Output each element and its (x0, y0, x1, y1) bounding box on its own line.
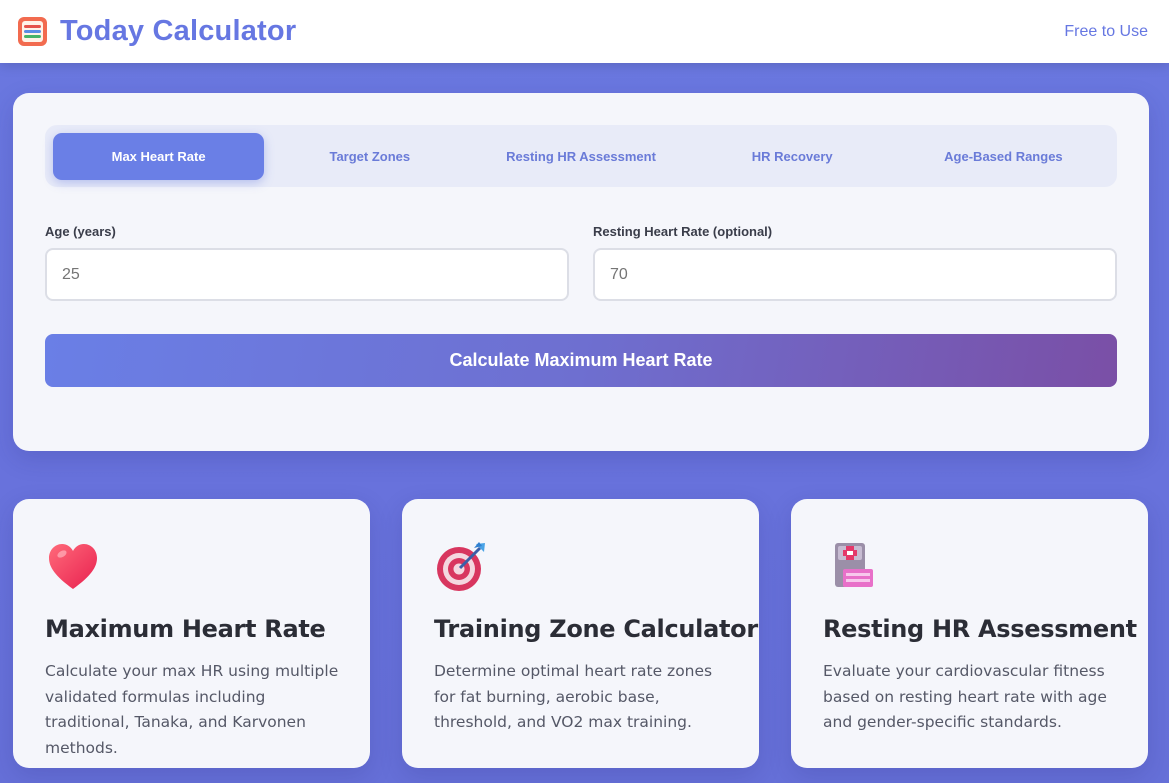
heart-icon (49, 544, 97, 589)
calculator-card: Max Heart Rate Target Zones Resting HR A… (13, 93, 1149, 451)
calculate-button[interactable]: Calculate Maximum Heart Rate (45, 334, 1117, 387)
feature-description: Evaluate your cardiovascular fitness bas… (823, 662, 1107, 731)
feature-card-training-zones[interactable]: Training Zone Calculator Determine optim… (402, 499, 759, 768)
resting-hr-input[interactable] (593, 248, 1117, 301)
feature-card-resting-hr[interactable]: Resting HR Assessment Evaluate your card… (791, 499, 1148, 768)
tab-max-heart-rate[interactable]: Max Heart Rate (53, 132, 265, 180)
tab-resting-hr-assessment[interactable]: Resting HR Assessment (475, 133, 686, 180)
feature-title: Training Zone Calculator (434, 615, 758, 643)
tab-target-zones[interactable]: Target Zones (264, 133, 475, 180)
brand[interactable]: Today Calculator (18, 15, 296, 48)
free-to-use-link[interactable]: Free to Use (1064, 23, 1148, 41)
site-title: Today Calculator (60, 15, 297, 47)
feature-title: Resting HR Assessment (823, 615, 1137, 643)
feature-card-max-hr[interactable]: Maximum Heart Rate Calculate your max HR… (13, 499, 370, 768)
calculator-tabs: Max Heart Rate Target Zones Resting HR A… (45, 125, 1117, 187)
age-label: Age (years) (45, 224, 116, 239)
tab-age-based-ranges[interactable]: Age-Based Ranges (898, 133, 1109, 180)
feature-title: Maximum Heart Rate (45, 615, 326, 643)
age-input[interactable] (45, 248, 569, 301)
site-header: Today Calculator Free to Use (0, 0, 1169, 63)
resting-hr-label: Resting Heart Rate (optional) (593, 224, 773, 239)
abacus-icon (18, 17, 47, 46)
medical-clipboard-icon (835, 543, 873, 587)
feature-description: Determine optimal heart rate zones for f… (434, 662, 713, 731)
tab-hr-recovery[interactable]: HR Recovery (687, 133, 898, 180)
feature-description: Calculate your max HR using multiple val… (45, 662, 339, 757)
target-icon (437, 542, 485, 591)
